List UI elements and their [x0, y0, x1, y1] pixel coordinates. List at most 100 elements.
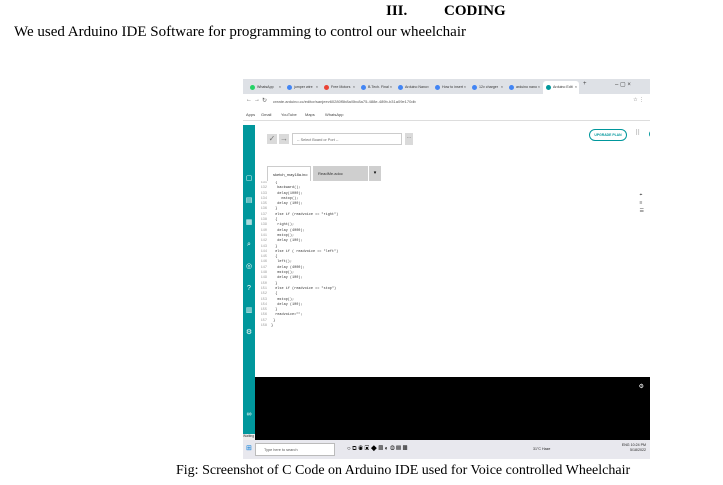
more-options-button[interactable]: ⋯ [405, 133, 413, 145]
code-text: { [271, 255, 278, 260]
monitor-icon[interactable]: ◎ [245, 263, 253, 271]
taskbar-app-icons[interactable]: ○ ⧉ ◉ ▣ ◆ ▤ ◐ ◍ ▥ ▦ [347, 444, 407, 454]
reload-icon[interactable]: ↻ [262, 97, 267, 104]
avatar[interactable]: ● [649, 130, 650, 138]
browser-menu-icon[interactable]: ☆ ⋮ [633, 97, 644, 103]
browser-tab-label: WhatsApp [257, 85, 274, 89]
code-text: mstop(); [271, 297, 295, 302]
browser-tab-strip: WhatsApp × jumper wire × Free Motors × B.Tech.… [243, 79, 650, 94]
upload-button[interactable]: → [279, 134, 289, 144]
arduino-logo-icon: ∞ [246, 411, 252, 418]
bookmark-apps[interactable]: Apps [246, 112, 255, 117]
address-bar: ← → ↻ create.arduino.cc/editor/sanjeev60… [243, 94, 650, 110]
output-console: ⚙ [255, 377, 650, 440]
lang-label: ENG [621, 443, 630, 447]
code-text: mstop(); [271, 233, 295, 238]
ide-sidebar: ▢ ▤ ▦ ⌕ ◎ ? ▥ ⚙ ∞ [243, 125, 255, 440]
browser-tab[interactable]: Free Motors × [321, 81, 357, 94]
ide-screenshot: WhatsApp × jumper wire × Free Motors × B.Tech.… [243, 79, 650, 459]
code-text: delay (100); [271, 276, 303, 281]
code-text: { [271, 218, 278, 223]
bookmark-gmail[interactable]: Gmail [261, 112, 271, 117]
editor-tools-icon[interactable]: ⌖ ≡ ☰ [640, 191, 644, 215]
tab-favicon-icon [361, 85, 366, 90]
windows-start-icon[interactable]: ⊞ [246, 444, 252, 454]
code-text: delay (4000); [271, 228, 305, 233]
browser-tab[interactable]: Arduino Edit × [543, 81, 579, 94]
close-tab-icon[interactable]: × [316, 81, 318, 94]
code-line: 158} [255, 324, 338, 329]
code-text: } [271, 318, 276, 323]
book-icon[interactable]: ▤ [245, 197, 253, 205]
ide-toolbar: ✓ → -- Select Board or Port -- ⋯ UPGRADE… [255, 125, 650, 161]
close-tab-icon[interactable]: × [279, 81, 281, 94]
settings-icon[interactable]: ⚙ [245, 329, 253, 337]
tab-readme[interactable]: ReadMe.adoc [313, 166, 368, 181]
tab-sketch[interactable]: sketch_may18a.ino [267, 166, 311, 181]
tab-favicon-icon [546, 85, 551, 90]
window-controls-icon[interactable]: – ▢ × [615, 81, 631, 88]
chart-icon[interactable]: ▥ [245, 307, 253, 315]
section-number: III. [386, 3, 408, 19]
bookmark-youtube[interactable]: YouTube [281, 112, 297, 117]
folder-icon[interactable]: ▢ [245, 175, 253, 183]
close-tab-icon[interactable]: × [353, 81, 355, 94]
bookmark-whatsapp[interactable]: WhatsApp [325, 112, 343, 117]
browser-tab-label: How to insert [442, 85, 463, 89]
browser-tab[interactable]: 12v charger × [469, 81, 505, 94]
tab-favicon-icon [435, 85, 440, 90]
tab-favicon-icon [287, 85, 292, 90]
close-tab-icon[interactable]: × [575, 81, 577, 94]
browser-tab[interactable]: arduino nano × [506, 81, 542, 94]
upgrade-plan-button[interactable]: UPGRADE PLAN [589, 129, 627, 141]
code-text: } [271, 281, 278, 286]
apps-grid-icon[interactable]: ⠿ [635, 129, 640, 137]
console-settings-icon[interactable]: ⚙ [639, 383, 644, 390]
code-text: readvoice=""; [271, 313, 303, 318]
forward-icon[interactable]: → [254, 97, 260, 103]
clock-time: 10:24 PM [630, 443, 646, 447]
code-text: } [271, 324, 274, 329]
browser-tab[interactable]: Arduino Nano × [395, 81, 431, 94]
code-text: delay (100); [271, 239, 303, 244]
system-clock: ENG 10:24 PM 5/18/2022 [622, 443, 646, 453]
tab-dropdown-icon[interactable]: ▾ [369, 166, 381, 181]
help-icon[interactable]: ? [245, 285, 253, 293]
calendar-icon[interactable]: ▦ [245, 219, 253, 227]
close-tab-icon[interactable]: × [464, 81, 466, 94]
code-text: else if (readvoice == "stop") [271, 286, 337, 291]
bookmark-maps[interactable]: Maps [305, 112, 315, 117]
tab-favicon-icon [250, 85, 255, 90]
code-editor[interactable]: 131 {132 backward(); 133 delay(1000); 134 … [255, 181, 650, 377]
code-text: mstop(); [271, 196, 299, 201]
close-tab-icon[interactable]: × [501, 81, 503, 94]
back-icon[interactable]: ← [246, 97, 252, 103]
browser-tab-label: jumper wire [294, 85, 313, 89]
new-tab-icon[interactable]: + [583, 81, 587, 87]
weather-label: 31°C Haze [533, 447, 551, 451]
clock-date: 5/18/2022 [630, 448, 646, 452]
code-text: delay (100); [271, 202, 303, 207]
close-tab-icon[interactable]: × [538, 81, 540, 94]
code-text: else if ( readvoice == "left") [271, 249, 339, 254]
code-text: delay(1000); [271, 191, 303, 196]
browser-tab[interactable]: WhatsApp × [247, 81, 283, 94]
close-tab-icon[interactable]: × [390, 81, 392, 94]
intro-paragraph: We used Arduino IDE Software for program… [14, 24, 466, 40]
verify-button[interactable]: ✓ [267, 134, 277, 144]
browser-tab[interactable]: B.Tech. Final × [358, 81, 394, 94]
section-title: CODING [444, 3, 506, 19]
code-text: backward(); [271, 186, 301, 191]
taskbar-search[interactable]: Type here to search [255, 443, 335, 456]
board-select[interactable]: -- Select Board or Port -- [292, 133, 402, 145]
browser-tab[interactable]: jumper wire × [284, 81, 320, 94]
browser-tab-label: B.Tech. Final [368, 85, 389, 89]
tab-favicon-icon [398, 85, 403, 90]
browser-tab[interactable]: How to insert × [432, 81, 468, 94]
code-text: delay (4000); [271, 265, 305, 270]
browser-tab-label: 12v charger [479, 85, 498, 89]
close-tab-icon[interactable]: × [427, 81, 429, 94]
search-icon[interactable]: ⌕ [245, 241, 253, 249]
windows-taskbar: ⊞ Type here to search ○ ⧉ ◉ ▣ ◆ ▤ ◐ ◍ ▥ … [243, 440, 650, 459]
url-field[interactable]: create.arduino.cc/editor/sanjeev60280f5b… [273, 97, 593, 106]
